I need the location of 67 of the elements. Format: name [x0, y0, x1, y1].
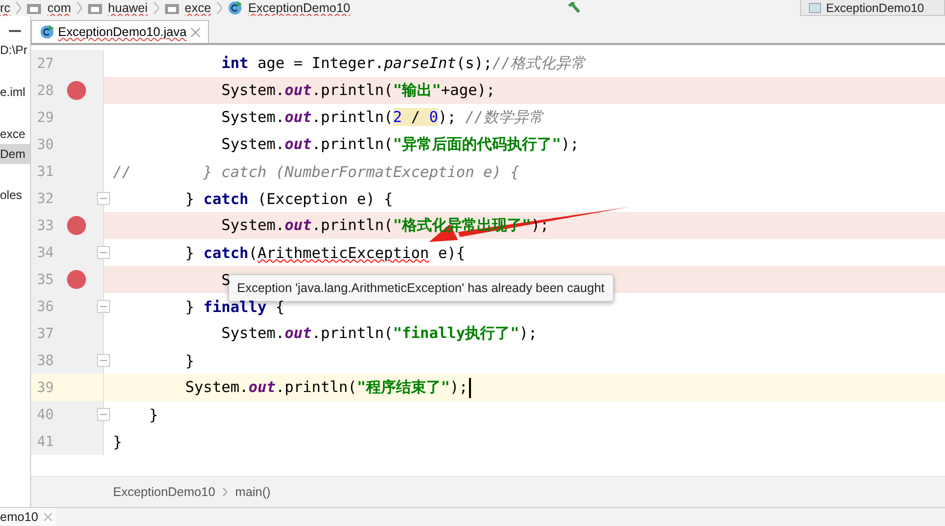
breakpoint-icon[interactable]: [67, 216, 86, 235]
breadcrumb-item[interactable]: main(): [235, 485, 271, 499]
editor-tab[interactable]: ExceptionDemo10.java: [31, 20, 209, 43]
line-number: 37: [37, 326, 54, 342]
code-line: System.out.println("输出"+age);: [220, 81, 496, 100]
tooltip: Exception 'java.lang.ArithmeticException' has already been caught: [228, 274, 614, 302]
text-cursor: [468, 378, 471, 398]
fold-icon[interactable]: [97, 300, 110, 313]
line-number: 35: [37, 272, 54, 288]
folder-icon: [88, 2, 102, 14]
breadcrumb-item[interactable]: rc: [0, 1, 10, 15]
folder-icon: [27, 2, 42, 14]
line-number: 36: [37, 298, 54, 314]
line-number: 41: [37, 434, 54, 450]
window-icon: [808, 2, 821, 12]
line-number: 29: [37, 110, 54, 126]
code-line: }: [148, 406, 158, 424]
line-number: 28: [37, 82, 54, 98]
project-tree-item[interactable]: Dem: [0, 144, 30, 164]
chevron-icon: [217, 2, 222, 14]
line-number: 31: [37, 164, 54, 180]
code-line: System.out.println("异常后面的代码执行了");: [220, 135, 580, 154]
line-number: 40: [37, 406, 54, 422]
code-line: } catch(ArithmeticException e){: [184, 244, 466, 262]
code-line: }: [113, 432, 122, 450]
fold-icon[interactable]: [97, 246, 110, 259]
run-configuration[interactable]: ExceptionDemo10: [800, 0, 945, 16]
project-tree-item[interactable]: exce: [0, 124, 30, 144]
code-line: int age = Integer.parseInt(s);//格式化异常: [220, 54, 586, 73]
hammer-icon[interactable]: [568, 2, 582, 14]
breakpoint-icon[interactable]: [67, 81, 86, 100]
breadcrumb-item[interactable]: ExceptionDemo10: [248, 1, 350, 15]
line-number: 39: [37, 380, 54, 396]
tool-window-tab[interactable]: emo10: [0, 508, 56, 526]
line-number: 32: [37, 190, 54, 206]
line-number: 34: [37, 244, 54, 260]
code-line: } catch (Exception e) {: [184, 190, 393, 208]
project-tree-item[interactable]: D:\Pr: [0, 40, 30, 60]
project-tree-item[interactable]: oles: [0, 185, 30, 205]
line-number: 30: [37, 136, 54, 152]
code-line: }: [184, 352, 194, 370]
fold-icon[interactable]: [97, 408, 110, 421]
close-icon[interactable]: [44, 513, 52, 521]
line-number: 33: [37, 218, 54, 234]
chevron-icon: [154, 2, 159, 14]
fold-icon[interactable]: [97, 354, 110, 367]
code-line: // } catch (NumberFormatException e) {: [113, 162, 520, 180]
breadcrumb-item[interactable]: huawei: [108, 1, 148, 15]
class-icon: [228, 1, 242, 15]
chevron-icon: [16, 2, 22, 14]
folder-icon: [164, 2, 179, 14]
code-line: System.out.println("finally执行了");: [220, 324, 538, 343]
line-number: 27: [37, 56, 54, 72]
class-icon: [40, 25, 54, 39]
breadcrumb-item[interactable]: ExceptionDemo10: [113, 485, 216, 499]
breadcrumb-item[interactable]: com: [47, 1, 72, 15]
fold-icon[interactable]: [97, 192, 110, 205]
close-icon[interactable]: [190, 28, 200, 36]
chevron-icon: [77, 2, 82, 14]
project-tree-item[interactable]: e.iml: [0, 82, 30, 102]
code-line: S: [220, 270, 230, 288]
breakpoint-icon[interactable]: [67, 270, 86, 289]
line-number: 38: [37, 352, 54, 368]
chevron-icon: [223, 488, 228, 496]
code-line: System.out.println("程序结束了");: [184, 378, 468, 397]
code-line: System.out.println(2 / 0); //数学异常: [220, 108, 544, 127]
breadcrumb-item[interactable]: exce: [184, 1, 212, 15]
